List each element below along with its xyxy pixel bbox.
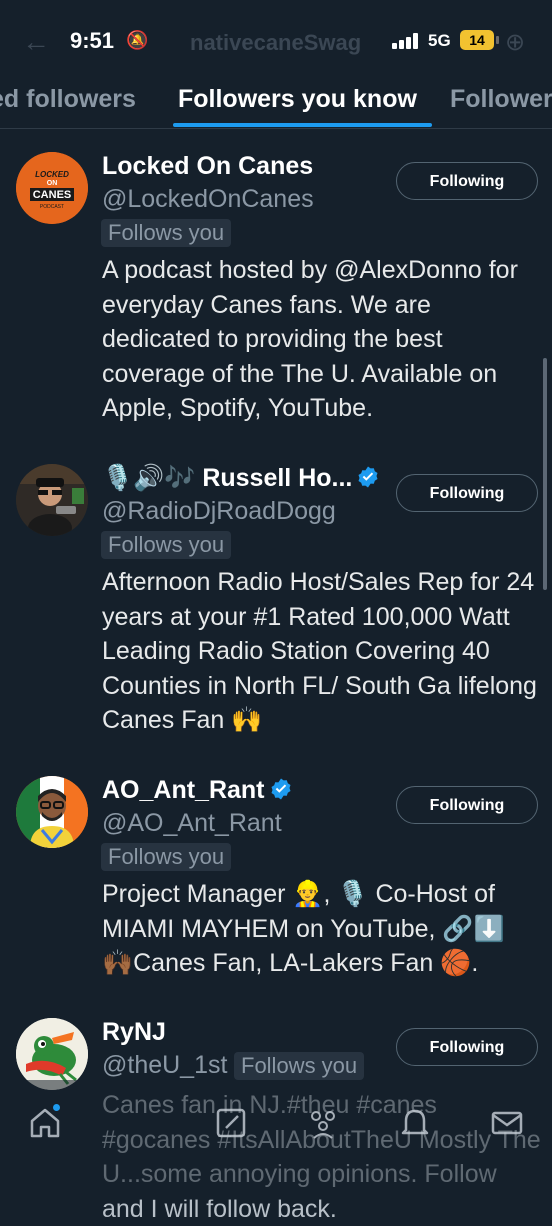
- battery-icon: 14: [460, 30, 494, 50]
- background-page-title: nativecaneSwag: [190, 30, 362, 55]
- following-button[interactable]: Following: [396, 162, 538, 200]
- home-icon[interactable]: [28, 1106, 62, 1140]
- user-list-item[interactable]: 🎙️🔊🎶 Russell Ho... @RadioDjRoadDogg Foll…: [0, 464, 552, 754]
- following-button[interactable]: Following: [396, 474, 538, 512]
- user-bio: Project Manager 👷‍♂️, 🎙️ Co-Host of MIAM…: [102, 880, 505, 977]
- add-user-icon[interactable]: ⊕: [505, 28, 525, 57]
- avatar[interactable]: [16, 464, 88, 536]
- user-bio: A podcast hosted by @AlexDonno for every…: [102, 256, 518, 422]
- display-name[interactable]: 🎙️🔊🎶 Russell Ho...: [102, 464, 380, 493]
- following-button[interactable]: Following: [396, 786, 538, 824]
- display-name[interactable]: AO_Ant_Rant: [102, 776, 293, 805]
- avatar[interactable]: LOCKED ON CANES PODCAST: [16, 152, 88, 224]
- messages-icon[interactable]: [490, 1106, 524, 1140]
- signal-icon: [392, 33, 422, 49]
- follows-you-badge: Follows you: [101, 843, 232, 871]
- communities-icon[interactable]: [306, 1106, 340, 1140]
- status-time: 9:51: [70, 28, 115, 53]
- avatar[interactable]: [16, 776, 88, 848]
- verified-badge-icon: [271, 778, 291, 800]
- user-handle[interactable]: @AO_Ant_Rant: [102, 809, 282, 838]
- tab-followers-you-know[interactable]: Followers you know: [178, 85, 417, 114]
- verified-badge-icon: [358, 466, 378, 488]
- user-handle[interactable]: @theU_1st: [102, 1051, 227, 1080]
- scrollbar[interactable]: [543, 358, 547, 590]
- tab-followers[interactable]: Follower: [450, 85, 552, 114]
- follows-you-badge: Follows you: [234, 1052, 365, 1080]
- battery-tip: [496, 36, 499, 44]
- active-tab-indicator: [173, 123, 432, 127]
- user-list-item[interactable]: LOCKED ON CANES PODCAST Locked On Canes …: [0, 152, 552, 442]
- user-list-item[interactable]: AO_Ant_Rant @AO_Ant_Rant Follows you Pro…: [0, 776, 552, 986]
- following-button[interactable]: Following: [396, 1028, 538, 1066]
- status-bar: ← nativecaneSwag ⊕ 9:51 🔕 5G 14: [0, 0, 552, 80]
- follows-you-badge: Follows you: [101, 219, 232, 247]
- notifications-icon[interactable]: [398, 1106, 432, 1140]
- user-handle[interactable]: @RadioDjRoadDogg: [102, 497, 336, 526]
- avatar-logo-text: LOCKED: [35, 170, 69, 179]
- tab-verified-followers[interactable]: ed followers: [0, 85, 136, 114]
- back-arrow-icon[interactable]: ←: [22, 26, 50, 58]
- display-name[interactable]: RyNJ: [102, 1018, 166, 1047]
- silent-bell-icon: 🔕: [126, 30, 149, 50]
- avatar-logo-text: PODCAST: [40, 204, 64, 210]
- bottom-navigation: [0, 1080, 552, 1200]
- home-notification-dot: [53, 1104, 60, 1111]
- user-bio: Afternoon Radio Host/Sales Rep for 24 ye…: [102, 568, 537, 734]
- avatar-logo-text: ON: [47, 180, 58, 187]
- network-type: 5G: [428, 31, 451, 50]
- avatar-logo-text: CANES: [33, 189, 72, 201]
- compose-icon[interactable]: [214, 1106, 248, 1140]
- follows-you-badge: Follows you: [101, 531, 232, 559]
- tab-bar: ed followers Followers you know Follower: [0, 80, 552, 129]
- user-handle[interactable]: @LockedOnCanes: [102, 185, 314, 214]
- display-name[interactable]: Locked On Canes: [102, 152, 313, 181]
